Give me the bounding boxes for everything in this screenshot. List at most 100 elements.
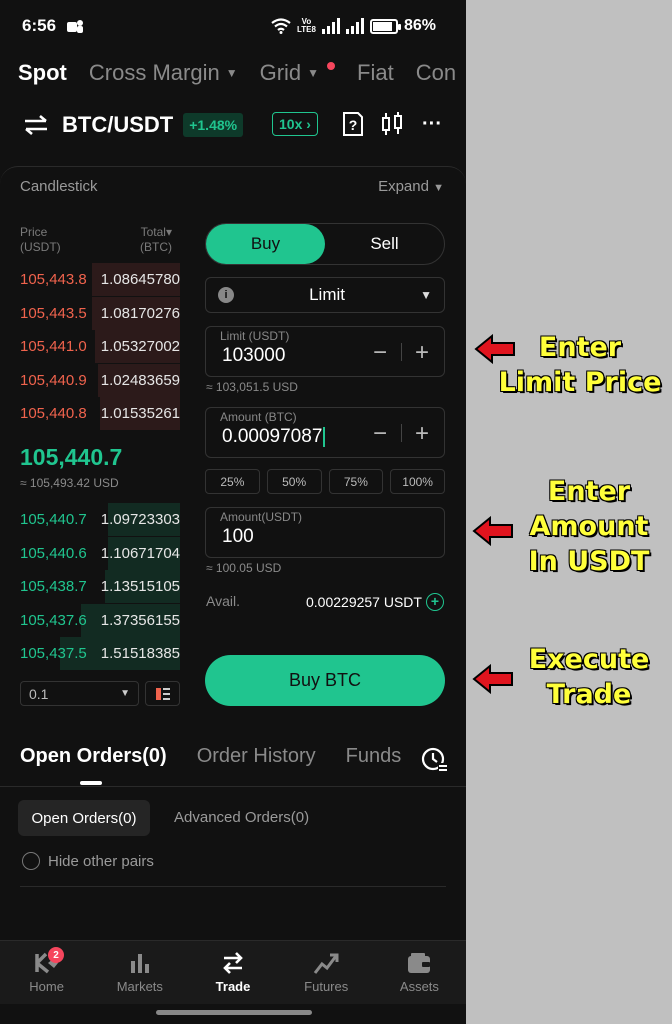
nav-home-label: Home bbox=[29, 979, 64, 994]
nav-markets[interactable]: Markets bbox=[93, 941, 186, 1004]
order-type-select[interactable]: i Limit ▼ bbox=[205, 277, 445, 313]
home-indicator bbox=[156, 1010, 312, 1015]
amount-btc-value-wrap[interactable]: 0.00097087 bbox=[222, 426, 326, 448]
swap-pair-icon[interactable] bbox=[22, 113, 50, 137]
nav-home[interactable]: 2 Home bbox=[0, 941, 93, 1004]
battery-percent: 86% bbox=[403, 17, 436, 34]
subtab-advanced-orders[interactable]: Advanced Orders(0) bbox=[174, 809, 309, 826]
callout-amount: Enter Amount In USDT bbox=[514, 474, 664, 579]
limit-increment-button[interactable]: + bbox=[410, 339, 434, 367]
available-balance: 0.00229257 USDT + bbox=[306, 593, 444, 611]
callout-line: Execute bbox=[528, 643, 650, 675]
buy-sell-toggle: Buy Sell bbox=[205, 223, 445, 265]
depth-step-value: 0.1 bbox=[29, 685, 49, 702]
orderbook-view-toggle[interactable] bbox=[145, 681, 180, 706]
trading-mode-tabs: Spot Cross Margin ▼ Grid ▼ Fiat Con bbox=[18, 60, 456, 86]
ask-row[interactable]: 105,440.8 1.01535261 bbox=[20, 397, 180, 430]
nav-markets-label: Markets bbox=[116, 979, 163, 994]
ask-row[interactable]: 105,440.9 1.02483659 bbox=[20, 363, 180, 397]
total-header[interactable]: Total▾ (BTC) bbox=[140, 225, 172, 255]
nav-assets[interactable]: Assets bbox=[373, 941, 466, 1004]
candlestick-label: Candlestick bbox=[20, 178, 98, 195]
active-tab-indicator bbox=[80, 781, 102, 785]
bid-row[interactable]: 105,437.6 1.37356155 bbox=[20, 603, 180, 637]
bottom-navigation: 2 Home Markets Trade Futures Assets bbox=[0, 940, 466, 1004]
row-price: 105,443.5 bbox=[20, 304, 87, 322]
bid-row[interactable]: 105,438.7 1.13515105 bbox=[20, 570, 180, 603]
amount-btc-field[interactable]: Amount (BTC) 0.00097087 − + bbox=[205, 407, 445, 458]
bid-row[interactable]: 105,440.7 1.09723303 bbox=[20, 503, 180, 536]
nav-futures[interactable]: Futures bbox=[280, 941, 373, 1004]
caret-down-icon: ▼ bbox=[420, 288, 432, 302]
row-total: 1.10671704 bbox=[100, 544, 180, 562]
amount-usdt-usd: ≈ 100.05 USD bbox=[206, 561, 282, 575]
deposit-plus-icon[interactable]: + bbox=[425, 593, 444, 611]
percent-50-button[interactable]: 50% bbox=[266, 469, 322, 494]
row-price: 105,440.6 bbox=[20, 544, 87, 562]
available-label: Avail. bbox=[206, 593, 240, 609]
last-price: 105,440.7 bbox=[20, 444, 123, 470]
row-total: 1.05327002 bbox=[100, 338, 180, 355]
nav-futures-label: Futures bbox=[304, 979, 349, 994]
callout-execute: Execute Trade bbox=[514, 642, 664, 712]
limit-price-usd: ≈ 103,051.5 USD bbox=[206, 380, 298, 394]
amount-decrement-button[interactable]: − bbox=[368, 420, 392, 448]
caret-down-icon: ▼ bbox=[433, 182, 444, 194]
info-icon[interactable]: i bbox=[218, 287, 234, 303]
notification-dot bbox=[327, 62, 336, 70]
app-screen: 6:56 Vo LTE8 86% Spot Cross Margin ▼ Grid ▼… bbox=[0, 0, 466, 1024]
candlestick-chart-icon[interactable] bbox=[378, 110, 406, 138]
expand-button[interactable]: Expand ▼ bbox=[378, 178, 444, 195]
signal-icon bbox=[321, 18, 340, 34]
nav-trade[interactable]: Trade bbox=[186, 941, 279, 1004]
amount-usdt-field[interactable]: Amount(USDT) 100 bbox=[205, 507, 445, 558]
callout-line: Limit Price bbox=[498, 366, 662, 398]
markets-icon bbox=[130, 954, 149, 973]
hide-other-pairs-label: Hide other pairs bbox=[48, 852, 154, 870]
tab-cross-margin[interactable]: Cross Margin ▼ bbox=[89, 60, 238, 86]
callout-line: Enter bbox=[547, 475, 631, 507]
amount-usdt-value[interactable]: 100 bbox=[222, 526, 254, 548]
leverage-button[interactable]: 10x › bbox=[272, 112, 318, 136]
limit-decrement-button[interactable]: − bbox=[368, 339, 392, 367]
tab-spot[interactable]: Spot bbox=[18, 60, 67, 86]
amount-btc-value: 0.00097087 bbox=[222, 426, 323, 447]
tab-convert[interactable]: Con bbox=[416, 60, 456, 86]
tab-order-history[interactable]: Order History bbox=[197, 745, 316, 768]
pair-name[interactable]: BTC/USDT bbox=[62, 112, 173, 138]
sell-tab[interactable]: Sell bbox=[325, 224, 444, 264]
tab-funds[interactable]: Funds bbox=[346, 745, 402, 768]
arrow-left-icon bbox=[472, 664, 513, 694]
price-header: Price (USDT) bbox=[20, 225, 61, 254]
row-total: 1.09723303 bbox=[100, 511, 180, 528]
history-clock-icon[interactable] bbox=[420, 745, 448, 773]
ask-row[interactable]: 105,443.5 1.08170276 bbox=[20, 296, 180, 330]
percent-75-button[interactable]: 75% bbox=[328, 469, 384, 494]
hide-other-pairs-toggle[interactable]: Hide other pairs bbox=[22, 852, 154, 870]
tab-grid[interactable]: Grid ▼ bbox=[260, 60, 336, 86]
status-indicators: Vo LTE8 86% bbox=[271, 17, 436, 35]
amount-btc-label: Amount (BTC) bbox=[220, 410, 297, 424]
percent-100-button[interactable]: 100% bbox=[390, 469, 445, 494]
bid-row[interactable]: 105,440.6 1.10671704 bbox=[20, 536, 180, 570]
buy-tab[interactable]: Buy bbox=[206, 224, 325, 264]
tab-open-orders[interactable]: Open Orders(0) bbox=[20, 745, 167, 768]
subtab-open-orders[interactable]: Open Orders(0) bbox=[18, 800, 150, 836]
notification-badge: 2 bbox=[48, 947, 64, 963]
more-options-icon[interactable]: ··· bbox=[418, 110, 446, 138]
percent-25-button[interactable]: 25% bbox=[205, 469, 260, 494]
help-doc-icon[interactable]: ? bbox=[338, 110, 366, 138]
tab-fiat[interactable]: Fiat bbox=[357, 60, 394, 86]
candlestick-header: Candlestick Expand ▼ bbox=[20, 178, 444, 195]
ask-row[interactable]: 105,441.0 1.05327002 bbox=[20, 330, 180, 363]
buy-btc-button[interactable]: Buy BTC bbox=[205, 655, 445, 706]
depth-step-select[interactable]: 0.1 ▼ bbox=[20, 681, 139, 706]
radio-button[interactable] bbox=[22, 852, 40, 870]
ask-row[interactable]: 105,443.8 1.08645780 bbox=[20, 263, 180, 296]
bid-row[interactable]: 105,437.5 1.51518385 bbox=[20, 637, 180, 670]
amount-increment-button[interactable]: + bbox=[410, 420, 434, 448]
limit-price-field[interactable]: Limit (USDT) 103000 − + bbox=[205, 326, 445, 377]
battery-icon bbox=[369, 18, 401, 34]
nav-trade-label: Trade bbox=[215, 979, 251, 994]
limit-price-value[interactable]: 103000 bbox=[222, 345, 285, 367]
